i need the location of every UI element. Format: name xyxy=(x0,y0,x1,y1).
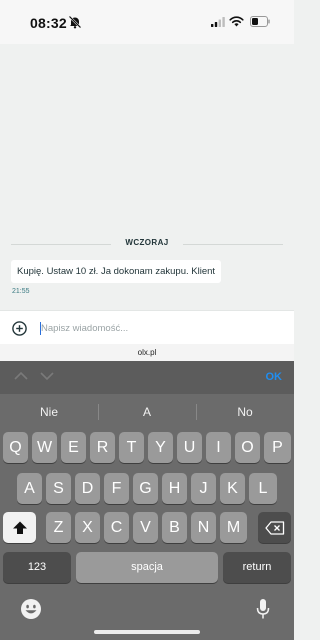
signal-icon xyxy=(211,17,225,27)
plus-circle-icon[interactable] xyxy=(12,321,27,336)
shift-key[interactable] xyxy=(3,512,36,543)
browser-url-bar[interactable]: olx.pl xyxy=(0,344,294,361)
suggestion-1[interactable]: Nie xyxy=(0,394,98,430)
key-f[interactable]: F xyxy=(104,473,129,504)
bell-off-icon xyxy=(68,15,82,29)
space-key[interactable]: spacja xyxy=(76,552,218,583)
key-h[interactable]: H xyxy=(162,473,187,504)
key-x[interactable]: X xyxy=(75,512,100,543)
key-v[interactable]: V xyxy=(133,512,158,543)
key-a[interactable]: A xyxy=(17,473,42,504)
key-u[interactable]: U xyxy=(177,432,202,463)
home-indicator xyxy=(94,630,200,634)
key-p[interactable]: P xyxy=(264,432,291,463)
suggestion-3[interactable]: No xyxy=(196,394,294,430)
numbers-key[interactable]: 123 xyxy=(3,552,71,583)
key-k[interactable]: K xyxy=(220,473,245,504)
status-time: 08:32 xyxy=(30,15,67,31)
key-j[interactable]: J xyxy=(191,473,216,504)
key-w[interactable]: W xyxy=(32,432,57,463)
suggestion-2[interactable]: A xyxy=(98,394,196,430)
key-i[interactable]: I xyxy=(206,432,231,463)
chat-area: WCZORAJ Kupię. Ustaw 10 zł. Ja dokonam z… xyxy=(0,44,294,310)
key-d[interactable]: D xyxy=(75,473,100,504)
key-c[interactable]: C xyxy=(104,512,129,543)
key-t[interactable]: T xyxy=(119,432,144,463)
battery-icon xyxy=(250,16,270,27)
message-input[interactable] xyxy=(41,319,261,337)
return-key[interactable]: return xyxy=(223,552,291,583)
status-bar: 08:32 xyxy=(0,0,294,44)
chevron-down-icon[interactable] xyxy=(40,371,54,381)
key-g[interactable]: G xyxy=(133,473,158,504)
key-e[interactable]: E xyxy=(61,432,86,463)
date-separator: WCZORAJ xyxy=(11,238,283,250)
key-q[interactable]: Q xyxy=(3,432,28,463)
key-l[interactable]: L xyxy=(249,473,277,504)
date-label: WCZORAJ xyxy=(125,238,169,247)
key-n[interactable]: N xyxy=(191,512,216,543)
key-b[interactable]: B xyxy=(162,512,187,543)
message-bubble: Kupię. Ustaw 10 zł. Ja dokonam zakupu. K… xyxy=(11,260,222,283)
message-composer xyxy=(0,310,294,344)
key-s[interactable]: S xyxy=(46,473,71,504)
backspace-icon xyxy=(264,521,284,535)
keyboard-accessory-bar: OK xyxy=(0,361,294,394)
suggestion-bar: Nie A No xyxy=(0,394,294,430)
key-m[interactable]: M xyxy=(220,512,247,543)
divider xyxy=(183,244,283,245)
microphone-icon[interactable] xyxy=(256,598,270,620)
key-z[interactable]: Z xyxy=(46,512,71,543)
keyboard: Nie A No Q W E R T Y U I O P A S D F G H… xyxy=(0,394,294,640)
chevron-up-icon[interactable] xyxy=(14,371,28,381)
emoji-icon[interactable] xyxy=(20,598,42,620)
shift-arrow-icon xyxy=(12,521,27,534)
backspace-key[interactable] xyxy=(258,512,291,543)
key-r[interactable]: R xyxy=(90,432,115,463)
ok-button[interactable]: OK xyxy=(266,371,283,383)
wifi-icon xyxy=(229,16,244,27)
key-o[interactable]: O xyxy=(235,432,260,463)
message-time: 21:55 xyxy=(12,288,30,295)
key-y[interactable]: Y xyxy=(148,432,173,463)
